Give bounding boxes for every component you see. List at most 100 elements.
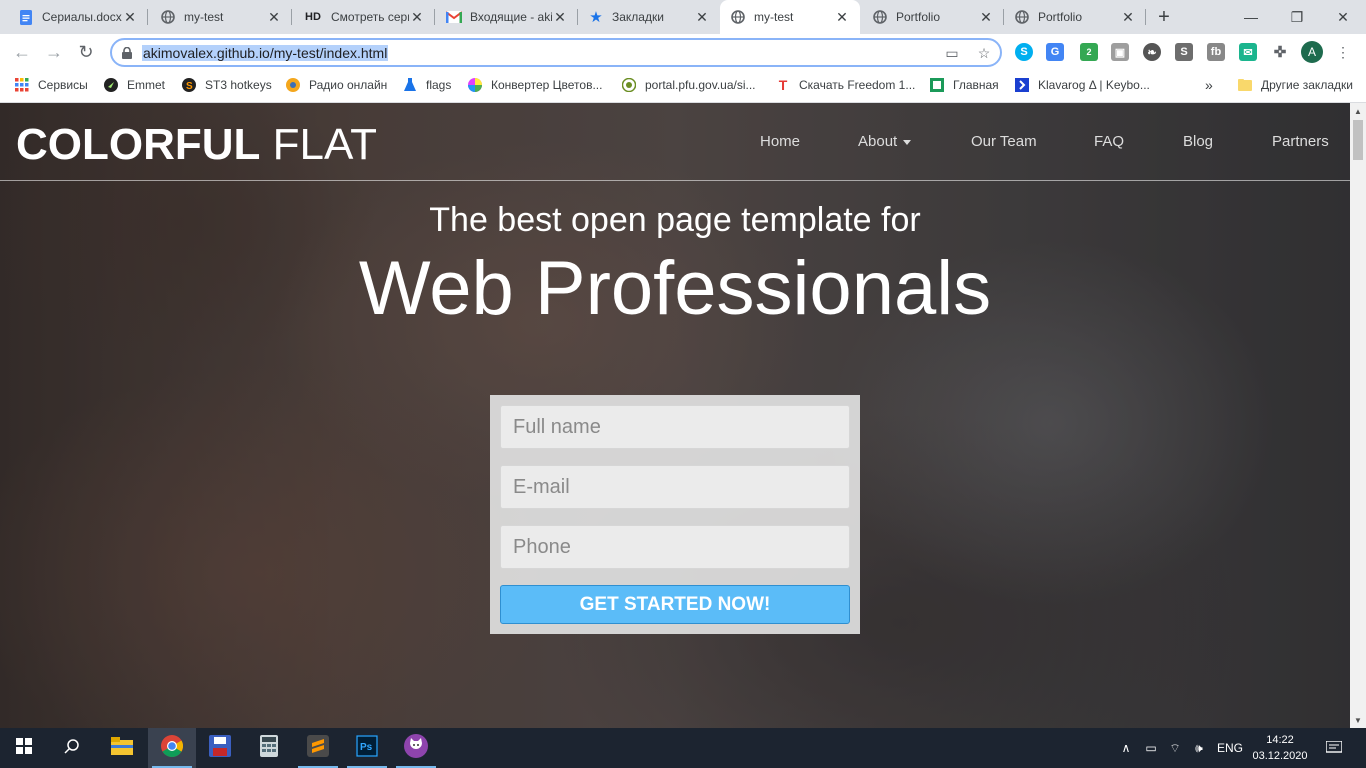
tab-portfolio-2[interactable]: Portfolio ✕ [1004,0,1146,34]
bookmark-flags[interactable]: flags [402,71,451,99]
tab-my-test-active[interactable]: my-test ✕ [720,0,860,34]
bookmark-services[interactable]: Сервисы [14,71,88,99]
taskbar-file-explorer[interactable] [98,728,146,768]
scroll-up-icon[interactable]: ▲ [1350,103,1366,119]
color-wheel-icon [467,77,483,93]
cast-icon[interactable]: ▭ [944,45,960,61]
tab-bookmarks[interactable]: ★ Закладки ✕ [578,0,720,34]
fullname-input[interactable] [500,405,850,449]
bookmark-color-converter[interactable]: Конвертер Цветов... [467,71,602,99]
restore-button[interactable]: ❐ [1274,0,1320,34]
battery-icon[interactable]: ▭ [1140,728,1162,768]
skype-icon[interactable]: S [1015,43,1033,61]
tab-title: Смотреть сериалы [331,10,409,24]
nav-faq[interactable]: FAQ [1094,133,1124,150]
bookmark-star-icon[interactable]: ☆ [976,45,992,61]
folder-icon [1237,77,1253,93]
sheets-extension-icon[interactable]: S [1175,43,1193,61]
bookmark-emmet[interactable]: Emmet [103,71,165,99]
hero-title: Web Professionals [358,246,992,331]
scroll-down-icon[interactable]: ▼ [1350,712,1366,728]
volume-icon[interactable]: 🕪 [1188,728,1210,768]
start-button[interactable] [0,728,48,768]
other-bookmarks-folder[interactable]: Другие закладки [1237,71,1353,99]
more-menu-icon[interactable]: ⋮ [1336,43,1350,61]
bookmark-label: ST3 hotkeys [205,78,272,92]
tab-title: Portfolio [896,10,941,24]
leaf-extension-icon[interactable]: ❧ [1143,43,1161,61]
close-tab-icon[interactable]: ✕ [978,9,994,25]
bookmark-pfu-portal[interactable]: portal.pfu.gov.ua/si... [621,71,756,99]
reload-icon: ↻ [78,41,94,62]
notifications-icon[interactable] [1320,728,1348,768]
url-text[interactable]: akimovalex.github.io/my-test/index.html [142,44,389,61]
google-docs-icon [18,9,34,25]
new-tab-button[interactable]: + [1152,5,1176,29]
get-started-button[interactable]: GET STARTED NOW! [500,585,850,624]
minimize-button[interactable]: — [1228,0,1274,34]
arrow-left-icon: ← [13,41,31,62]
scrollbar-thumb[interactable] [1353,120,1363,160]
close-tab-icon[interactable]: ✕ [552,9,568,25]
bookmark-radio[interactable]: Радио онлайн [285,71,387,99]
taskbar-cat-app[interactable] [392,728,440,768]
close-tab-icon[interactable]: ✕ [266,9,282,25]
taskbar-calculator[interactable] [245,728,293,768]
image-extension-icon[interactable]: ▣ [1111,43,1129,61]
extension-shield-icon[interactable]: 2 [1080,43,1098,61]
bookmarks-overflow-button[interactable]: » [1205,71,1213,99]
tab-portfolio-1[interactable]: Portfolio ✕ [862,0,1004,34]
site-logo[interactable]: COLORFUL FLAT [16,120,377,170]
bookmark-label: Главная [953,78,999,92]
fb-extension-icon[interactable]: fb [1207,43,1225,61]
close-tab-icon[interactable]: ✕ [122,9,138,25]
language-indicator[interactable]: ENG [1214,728,1246,768]
hero-subtitle: The best open page template for [429,201,921,239]
phone-input[interactable] [500,525,850,569]
nav-blog[interactable]: Blog [1183,133,1213,150]
tab-docs[interactable]: Сериалы.docx - Google ✕ [8,0,148,34]
nav-our-team[interactable]: Our Team [971,133,1037,150]
close-tab-icon[interactable]: ✕ [409,9,425,25]
calculator-icon [260,734,278,762]
close-window-button[interactable]: ✕ [1320,0,1366,34]
profile-avatar[interactable]: A [1301,41,1323,63]
page-scrollbar[interactable]: ▲ ▼ [1350,103,1366,728]
bookmark-freedom[interactable]: T Скачать Freedom 1... [775,71,916,99]
bookmark-label: Klavarog Δ | Keybo... [1038,78,1150,92]
chrome-icon [161,734,183,762]
bookmark-label: Другие закладки [1261,78,1353,92]
back-button[interactable]: ← [8,38,36,66]
tab-my-test[interactable]: my-test ✕ [150,0,292,34]
close-tab-icon[interactable]: ✕ [694,9,710,25]
taskbar-photoshop[interactable]: Ps [343,728,391,768]
bookmark-st3[interactable]: S ST3 hotkeys [181,71,272,99]
tray-chevron-up-icon[interactable]: ∧ [1116,728,1136,768]
nav-home[interactable]: Home [760,133,800,150]
chevron-square-icon [1014,77,1030,93]
radio-icon [285,77,301,93]
browser-toolbar: ← → ↻ akimovalex.github.io/my-test/index… [0,34,1366,71]
taskbar-sublime-text[interactable] [294,728,342,768]
wifi-icon[interactable]: ⌔ [1164,728,1186,768]
bookmark-main[interactable]: Главная [929,71,999,99]
nav-partners[interactable]: Partners [1272,133,1329,150]
taskbar-chrome[interactable] [148,728,196,768]
puzzle-extensions-icon[interactable]: ✜ [1271,43,1289,61]
taskbar-save-app[interactable] [196,728,244,768]
address-bar[interactable]: akimovalex.github.io/my-test/index.html … [110,38,1002,67]
mail-extension-icon[interactable]: ✉ [1239,43,1257,61]
bookmark-klavarog[interactable]: Klavarog Δ | Keybo... [1014,71,1150,99]
email-input[interactable] [500,465,850,509]
forward-button[interactable]: → [40,38,68,66]
system-clock[interactable]: 14:22 03.12.2020 [1250,732,1310,764]
tab-gmail[interactable]: Входящие - akimov ✕ [436,0,578,34]
translate-icon[interactable]: G [1046,43,1064,61]
tab-series[interactable]: HD Смотреть сериалы ✕ [293,0,435,34]
emblem-icon [621,77,637,93]
close-tab-icon[interactable]: ✕ [834,9,850,25]
nav-about[interactable]: About [858,133,912,150]
reload-button[interactable]: ↻ [72,38,100,66]
close-tab-icon[interactable]: ✕ [1120,9,1136,25]
search-button[interactable] [48,728,96,768]
